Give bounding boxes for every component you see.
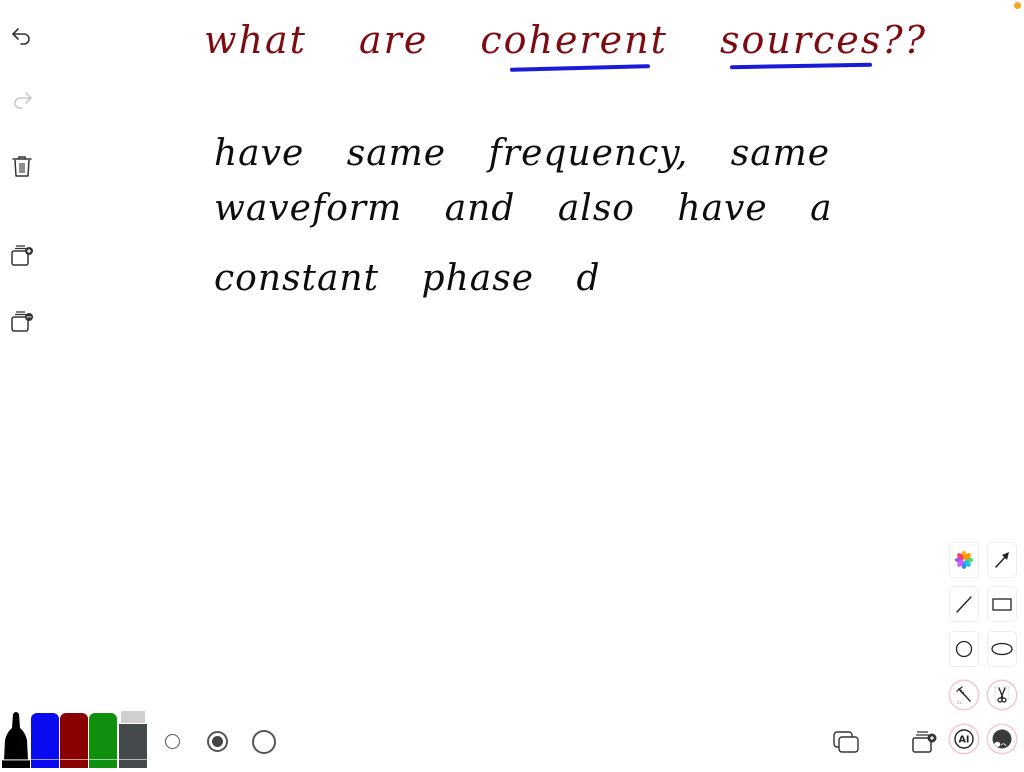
drawing-canvas[interactable]: what are coherent sources?? have same fr… — [44, 0, 1024, 700]
underline-coherent — [509, 64, 651, 72]
redo-button[interactable] — [8, 86, 36, 114]
ruler-icon: 2x — [956, 686, 971, 705]
pages-button[interactable] — [830, 726, 862, 758]
page-options-button[interactable] — [8, 307, 36, 335]
undo-button[interactable] — [8, 22, 36, 50]
handwritten-line: waveform and also have a — [214, 188, 833, 229]
add-page-icon — [912, 731, 937, 753]
handwritten-line: constant phase d — [214, 258, 601, 299]
ruler-tool-button[interactable]: 2x — [950, 681, 978, 709]
ellipse-icon — [991, 642, 1013, 656]
pen-tray — [0, 710, 150, 768]
svg-text:2x: 2x — [957, 700, 963, 705]
marker-icon — [2, 712, 30, 768]
photos-icon — [955, 551, 973, 569]
add-page-icon — [11, 245, 33, 266]
add-page-bottom-button[interactable] — [908, 726, 940, 758]
avatar-button[interactable] — [988, 725, 1016, 753]
circle-icon — [955, 640, 973, 658]
blue-pen-button[interactable] — [31, 713, 59, 768]
eraser-button[interactable] — [119, 711, 147, 768]
selected-dot — [212, 736, 223, 747]
eraser-cap — [121, 711, 145, 723]
ellipse-tool-button[interactable] — [988, 632, 1016, 666]
cut-tool-button[interactable] — [988, 681, 1016, 709]
stroke-size-small[interactable] — [165, 734, 180, 749]
stroke-size-medium-selected[interactable] — [207, 731, 228, 752]
ai-label: AI — [959, 735, 970, 746]
photos-button[interactable] — [950, 543, 978, 577]
redo-icon — [14, 92, 32, 109]
stroke-size-large[interactable] — [252, 730, 276, 754]
red-pen-button[interactable] — [60, 713, 88, 768]
rectangle-tool-button[interactable] — [988, 587, 1016, 621]
delete-button[interactable] — [8, 152, 36, 180]
add-page-button[interactable] — [8, 241, 36, 269]
line-icon — [956, 596, 972, 613]
eraser-body — [119, 724, 147, 768]
undo-icon — [12, 28, 30, 45]
handwritten-line: have same frequency, same — [214, 133, 831, 174]
scissors-icon — [994, 686, 1010, 703]
avatar-icon — [992, 729, 1012, 749]
ai-icon: AI — [954, 729, 974, 749]
page-more-icon — [11, 311, 33, 332]
tool-palette: 2x AI — [948, 543, 1018, 763]
circle-tool-button[interactable] — [950, 632, 978, 666]
ai-button[interactable]: AI — [950, 725, 978, 753]
trash-icon — [12, 156, 32, 177]
pages-icon — [833, 731, 859, 753]
rectangle-icon — [992, 598, 1012, 611]
green-pen-button[interactable] — [89, 713, 117, 768]
arrow-tool-button[interactable] — [988, 543, 1016, 577]
left-toolbar — [0, 0, 44, 360]
arrow-icon — [995, 552, 1009, 568]
black-marker-button[interactable] — [2, 710, 30, 768]
handwritten-title: what are coherent sources?? — [204, 18, 928, 62]
line-tool-button[interactable] — [950, 587, 978, 621]
underline-sources — [729, 62, 873, 70]
